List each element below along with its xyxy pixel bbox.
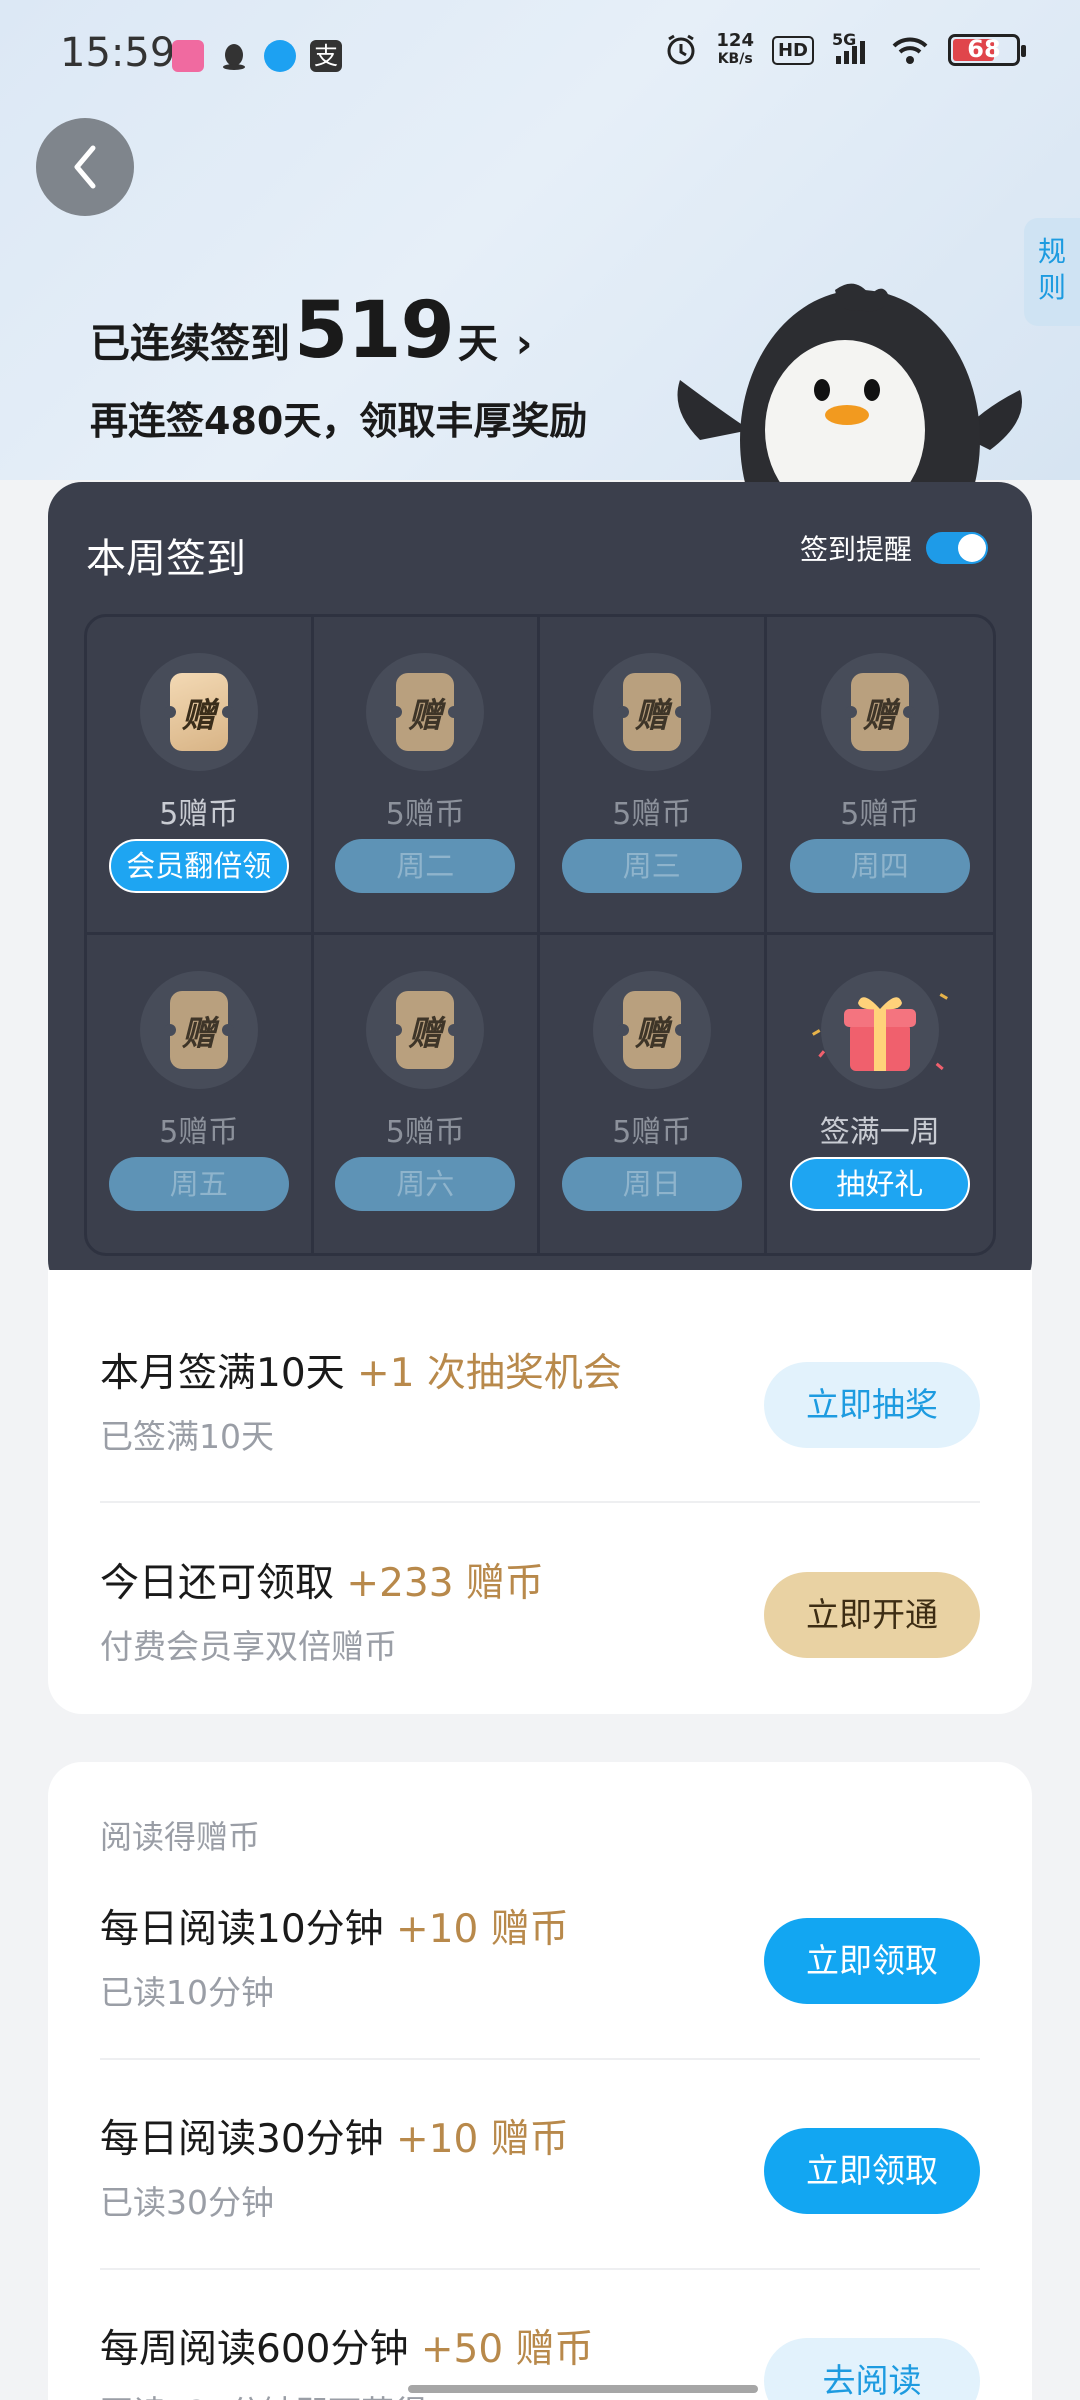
status-time: 15:59: [60, 30, 176, 76]
coin-badge: 赠: [366, 653, 485, 771]
streak-prefix: 已连续签到: [90, 321, 290, 367]
weekly-checkin-card: 本周签到 签到提醒 赠 5赠币 会员翻倍领 赠 5赠币 周二 赠 5赠币 周三 …: [48, 482, 1032, 1294]
chevron-right-icon: ›: [515, 321, 533, 367]
day-cell[interactable]: 赠 5赠币 周三: [540, 617, 767, 935]
coupon-icon: 赠: [169, 673, 228, 751]
divider: [100, 2058, 980, 2060]
coin-badge: 赠: [592, 653, 711, 771]
toggle-knob: [958, 534, 986, 562]
day-reward: 5赠币: [612, 797, 692, 832]
draw-gift-button[interactable]: 抽好礼: [789, 1157, 970, 1211]
coupon-icon: 赠: [169, 991, 228, 1069]
rules-label: 规则: [1038, 235, 1067, 304]
day-cell[interactable]: 赠 5赠币 周二: [313, 617, 540, 935]
streak-suffix: 天: [457, 321, 498, 367]
reminder-label: 签到提醒: [799, 533, 912, 566]
task-bonus: +1 次抽奖机会: [357, 1351, 622, 1396]
status-bar: 15:59 支 124 KB/s HD 5G 68: [0, 0, 1080, 110]
back-button[interactable]: [36, 118, 134, 216]
day-label: 周日: [561, 1157, 742, 1211]
task-bonus: +50 赠币: [420, 2327, 594, 2372]
day-reward: 5赠币: [385, 1115, 465, 1150]
coupon-icon: 赠: [396, 991, 455, 1069]
lottery-button[interactable]: 立即抽奖: [764, 1362, 980, 1448]
home-indicator: [408, 2385, 758, 2393]
penguin-app-icon: [264, 40, 296, 72]
day-reward: 5赠币: [159, 797, 239, 832]
task-bonus: +10 赠币: [396, 1907, 569, 1952]
qq-app-icon: [218, 40, 250, 72]
double-claim-button[interactable]: 会员翻倍领: [108, 839, 289, 893]
weekly-checkin-title: 本周签到: [86, 536, 246, 582]
network-speed: 124 KB/s: [716, 30, 754, 68]
day-label: 周四: [789, 839, 970, 893]
coupon-icon: 赠: [622, 673, 681, 751]
coupon-icon: 赠: [396, 673, 455, 751]
day-label: 周五: [108, 1157, 289, 1211]
day-cell[interactable]: 赠 5赠币 周四: [766, 617, 993, 935]
wifi-icon: [892, 37, 928, 64]
day-reward: 5赠币: [612, 1115, 692, 1150]
task-bonus: +10 赠币: [396, 2117, 569, 2162]
day-reward: 5赠币: [385, 797, 465, 832]
gift-icon: [811, 971, 948, 1089]
hd-indicator: HD: [771, 35, 814, 65]
day-reward: 5赠币: [840, 797, 920, 832]
day-reward: 5赠币: [159, 1115, 239, 1150]
chevron-left-icon: [74, 145, 96, 189]
day-cell[interactable]: 赠 5赠币 周六: [314, 935, 540, 1253]
checkin-grid: 赠 5赠币 会员翻倍领 赠 5赠币 周二 赠 5赠币 周三 赠 5赠币 周四 赠…: [84, 614, 996, 1256]
go-read-button[interactable]: 去阅读: [764, 2338, 980, 2400]
streak-goal: 再连签480天，领取丰厚奖励: [90, 399, 588, 443]
claim-button[interactable]: 立即领取: [764, 1918, 980, 2004]
day-cell[interactable]: 赠 5赠币 会员翻倍领: [87, 617, 314, 935]
day-label: 周三: [561, 839, 742, 893]
battery-icon: 68: [948, 34, 1026, 66]
coupon-icon: 赠: [850, 673, 909, 751]
checkin-reminder: 签到提醒: [800, 528, 988, 568]
reminder-toggle[interactable]: [926, 532, 988, 564]
task-bonus: +233 赠币: [346, 1561, 544, 1606]
day-cell[interactable]: 赠 5赠币 周日: [540, 935, 767, 1253]
coupon-icon: 赠: [622, 991, 681, 1069]
coin-badge: 赠: [139, 653, 258, 771]
coin-badge: 赠: [820, 653, 939, 771]
streak-days: 519: [294, 286, 455, 376]
penguin-mascot-image: [677, 283, 1022, 490]
monthly-lottery-task: 本月签满10天 +1 次抽奖机会 已签满10天 立即抽奖: [100, 1342, 980, 1462]
bonus-tasks-card: 本月签满10天 +1 次抽奖机会 已签满10天 立即抽奖 今日还可领取 +233…: [48, 1270, 1032, 1714]
week-gift-label: 签满一周: [819, 1115, 940, 1150]
divider: [100, 1501, 980, 1503]
open-membership-button[interactable]: 立即开通: [764, 1572, 980, 1658]
claim-button[interactable]: 立即领取: [764, 2128, 980, 2214]
bilibili-app-icon: [172, 40, 204, 72]
coin-badge: 赠: [592, 971, 711, 1089]
reading-tasks-card: 阅读得赠币 每日阅读10分钟 +10 赠币 已读10分钟 立即领取 每日阅读30…: [48, 1762, 1032, 2400]
gift-badge: [800, 971, 960, 1089]
coin-badge: 赠: [139, 971, 258, 1089]
coin-badge: 赠: [366, 971, 485, 1089]
cellular-signal-icon: 5G: [832, 30, 872, 66]
reading-task: 每日阅读30分钟 +10 赠币 已读30分钟 立即领取: [100, 2108, 980, 2228]
day-label: 周六: [335, 1157, 516, 1211]
reading-task: 每日阅读10分钟 +10 赠币 已读10分钟 立即领取: [100, 1898, 980, 2018]
day-label: 周二: [335, 839, 516, 893]
alarm-icon: [667, 34, 695, 65]
section-title: 阅读得赠币: [100, 1818, 261, 1856]
streak-summary[interactable]: 已连续签到 519 天 ›: [90, 286, 532, 376]
week-gift-cell[interactable]: 签满一周 抽好礼: [767, 935, 994, 1253]
divider: [100, 2268, 980, 2270]
today-coins-task: 今日还可领取 +233 赠币 付费会员享双倍赠币 立即开通: [100, 1552, 980, 1672]
day-cell[interactable]: 赠 5赠币 周五: [87, 935, 314, 1253]
alipay-app-icon: 支: [310, 40, 342, 72]
